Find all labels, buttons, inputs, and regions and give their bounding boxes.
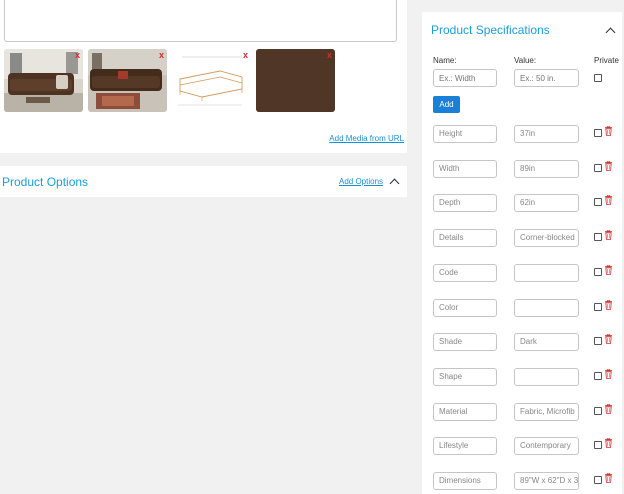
new-spec-value-input[interactable] bbox=[514, 69, 579, 87]
spec-value-field[interactable]: Dark bbox=[514, 333, 579, 351]
delete-trash-icon[interactable] bbox=[604, 300, 613, 310]
spec-name-field[interactable]: Shade bbox=[433, 333, 497, 351]
delete-trash-icon[interactable] bbox=[604, 438, 613, 448]
media-thumbnail[interactable]: x bbox=[172, 49, 251, 112]
spec-value-field[interactable]: Fabric, Microfib bbox=[514, 403, 579, 421]
add-media-from-url-link[interactable]: Add Media from URL bbox=[329, 134, 404, 143]
spec-private-checkbox[interactable] bbox=[594, 233, 602, 241]
product-specifications-panel: Product Specifications Name: Value: Priv… bbox=[422, 12, 622, 494]
remove-media-icon[interactable]: x bbox=[159, 50, 164, 60]
spec-value-field[interactable] bbox=[514, 299, 579, 317]
product-specifications-title: Product Specifications bbox=[431, 23, 550, 37]
spec-private-checkbox[interactable] bbox=[594, 129, 602, 137]
spec-value-field[interactable]: 89in bbox=[514, 160, 579, 178]
spec-private-checkbox[interactable] bbox=[594, 476, 602, 484]
spec-private-checkbox[interactable] bbox=[594, 407, 602, 415]
description-textarea[interactable] bbox=[4, 0, 397, 42]
delete-trash-icon[interactable] bbox=[604, 195, 613, 205]
remove-media-icon[interactable]: x bbox=[75, 50, 80, 60]
new-spec-private-checkbox[interactable] bbox=[594, 74, 602, 82]
spec-name-field[interactable]: Color bbox=[433, 299, 497, 317]
spec-value-field[interactable] bbox=[514, 368, 579, 386]
spec-name-field[interactable]: Width bbox=[433, 160, 497, 178]
delete-trash-icon[interactable] bbox=[604, 334, 613, 344]
delete-trash-icon[interactable] bbox=[604, 230, 613, 240]
add-spec-button[interactable]: Add bbox=[433, 96, 460, 113]
spec-private-checkbox[interactable] bbox=[594, 441, 602, 449]
add-options-link[interactable]: Add Options bbox=[339, 177, 383, 186]
remove-media-icon[interactable]: x bbox=[243, 50, 248, 60]
sofa-room-photo-icon bbox=[4, 49, 83, 112]
media-thumbnail[interactable]: x bbox=[256, 49, 335, 112]
spec-private-checkbox[interactable] bbox=[594, 268, 602, 276]
delete-trash-icon[interactable] bbox=[604, 126, 613, 136]
product-options-title: Product Options bbox=[2, 175, 89, 189]
spec-name-field[interactable]: Height bbox=[433, 125, 497, 143]
delete-trash-icon[interactable] bbox=[604, 404, 613, 414]
sofa-dimension-drawing-icon bbox=[172, 49, 251, 112]
collapse-specifications-chevron-icon[interactable] bbox=[605, 27, 616, 38]
delete-trash-icon[interactable] bbox=[604, 161, 613, 171]
spec-value-field[interactable] bbox=[514, 264, 579, 282]
spec-name-field[interactable]: Details bbox=[433, 229, 497, 247]
spec-private-checkbox[interactable] bbox=[594, 198, 602, 206]
spec-name-field[interactable]: Shape bbox=[433, 368, 497, 386]
spec-value-field[interactable]: 62in bbox=[514, 194, 579, 212]
spec-name-field[interactable]: Code bbox=[433, 264, 497, 282]
spec-name-field[interactable]: Material bbox=[433, 403, 497, 421]
delete-trash-icon[interactable] bbox=[604, 369, 613, 379]
spec-value-field[interactable]: Contemporary bbox=[514, 437, 579, 455]
spec-private-checkbox[interactable] bbox=[594, 303, 602, 311]
spec-private-checkbox[interactable] bbox=[594, 164, 602, 172]
spec-name-field[interactable]: Depth bbox=[433, 194, 497, 212]
media-panel: x x x x Add Media from URL bbox=[0, 0, 407, 153]
spec-private-checkbox[interactable] bbox=[594, 337, 602, 345]
spec-value-field[interactable]: 37in bbox=[514, 125, 579, 143]
product-options-panel: Product Options Add Options bbox=[0, 166, 407, 197]
delete-trash-icon[interactable] bbox=[604, 265, 613, 275]
media-thumbnail[interactable]: x bbox=[4, 49, 83, 112]
spec-value-field[interactable]: 89"W x 62"D x 3 bbox=[514, 472, 579, 490]
name-column-label: Name: bbox=[433, 56, 457, 65]
spec-value-field[interactable]: Corner-blocked bbox=[514, 229, 579, 247]
sofa-room-photo-icon bbox=[88, 49, 167, 112]
delete-trash-icon[interactable] bbox=[604, 473, 613, 483]
fabric-swatch-photo-icon bbox=[256, 49, 335, 112]
spec-name-field[interactable]: Dimensions bbox=[433, 472, 497, 490]
spec-private-checkbox[interactable] bbox=[594, 372, 602, 380]
remove-media-icon[interactable]: x bbox=[327, 50, 332, 60]
spec-name-field[interactable]: Lifestyle bbox=[433, 437, 497, 455]
media-thumbnails: x x x x bbox=[4, 49, 335, 112]
value-column-label: Value: bbox=[514, 56, 537, 65]
new-spec-name-input[interactable] bbox=[433, 69, 497, 87]
private-column-label: Private bbox=[594, 56, 619, 65]
media-thumbnail[interactable]: x bbox=[88, 49, 167, 112]
